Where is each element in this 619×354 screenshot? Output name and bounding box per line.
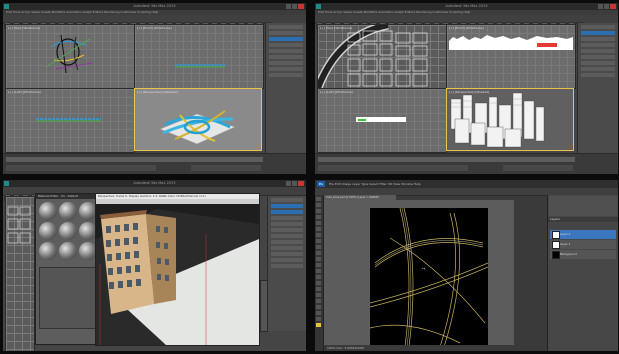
max-titlebar: Autodesk 3ds Max 2015 — [315, 3, 618, 10]
ps-menu-bar[interactable]: Ps File Edit Image Layer Type Select Fil… — [315, 180, 618, 188]
viewport-strip — [260, 280, 268, 332]
rendered-building-image — [96, 204, 259, 345]
max-titlebar: Autodesk 3ds Max 2015 — [3, 180, 306, 187]
layer-name: Layer 2 — [560, 232, 571, 236]
road-line-artwork: ↪ — [369, 207, 489, 348]
max-window-bottom-left: Autodesk 3ds Max 2015 Material Editor - … — [3, 180, 306, 351]
status-fields — [6, 165, 156, 171]
max-logo-icon — [316, 4, 321, 9]
spline-wireframe — [45, 34, 93, 74]
front-wireframe — [175, 64, 225, 68]
timeline-slider[interactable] — [318, 157, 575, 162]
left-buildings — [356, 117, 406, 122]
layer-thumbnail — [552, 241, 560, 249]
max-window-top-left: Autodesk 3ds Max 2015 Edit Tools Group V… — [3, 3, 306, 174]
max-logo-icon — [4, 4, 9, 9]
command-panel[interactable] — [267, 196, 306, 331]
window-title: Autodesk 3ds Max 2015 — [133, 181, 176, 185]
status-bar — [3, 153, 306, 174]
window-controls[interactable] — [286, 181, 304, 186]
viewport-top[interactable]: [+] [Top] [Wireframe] — [5, 24, 135, 89]
layers-options[interactable] — [549, 223, 617, 229]
layers-panel-title[interactable]: Layers — [548, 217, 618, 222]
layer-thumbnail — [552, 231, 560, 239]
command-panel[interactable] — [577, 23, 618, 154]
layer-item[interactable]: Layer 2 — [550, 230, 616, 239]
window-title: Autodesk 3ds Max 2015 — [445, 4, 488, 8]
main-toolbar[interactable] — [315, 15, 618, 29]
window-title: Autodesk 3ds Max 2015 — [133, 4, 176, 8]
viewport-front[interactable]: [+] [Front] [Wireframe] — [446, 24, 576, 89]
viewport-left[interactable]: [+] [Left] [Wireframe] — [317, 88, 447, 153]
command-panel[interactable] — [265, 23, 306, 154]
viewport-front[interactable]: [+] [Front] [Wireframe] — [134, 24, 264, 89]
front-buildings — [449, 35, 573, 50]
window-controls[interactable] — [286, 4, 304, 9]
ps-toolbox[interactable] — [315, 195, 324, 351]
material-slot[interactable] — [39, 222, 57, 240]
playback-controls[interactable] — [191, 165, 261, 171]
layer-item[interactable]: Layer 1 — [550, 240, 616, 249]
material-slot[interactable] — [59, 242, 77, 260]
ps-menu-items[interactable]: File Edit Image Layer Type Select Filter… — [329, 182, 421, 186]
render-frame-window[interactable]: Perspective, frame 0, Display Gamma: 2.2… — [95, 193, 260, 346]
material-slot[interactable] — [59, 202, 77, 220]
ps-color-panel[interactable] — [549, 196, 617, 216]
material-slot[interactable] — [59, 222, 77, 240]
photoshop-logo-icon: Ps — [317, 181, 325, 187]
layer-name: Background — [560, 252, 577, 256]
playback-controls[interactable] — [503, 165, 573, 171]
city-plan-wireframe — [318, 25, 428, 88]
status-fields — [318, 165, 468, 171]
layer-name: Layer 1 — [560, 242, 571, 246]
max-logo-icon — [4, 181, 9, 186]
window-controls[interactable] — [598, 4, 616, 9]
main-toolbar[interactable] — [3, 15, 306, 29]
city-perspective-render — [450, 92, 545, 148]
layer-thumbnail — [552, 251, 560, 259]
timeline-slider[interactable] — [6, 157, 263, 162]
ps-canvas[interactable]: ↪ — [369, 207, 489, 348]
material-slot[interactable] — [39, 202, 57, 220]
ps-panels[interactable]: Layers Layer 2 Layer 1 Background — [547, 195, 618, 351]
layer-item[interactable]: Background — [550, 250, 616, 259]
viewport-top[interactable]: [+] [Top] [Wireframe] — [317, 24, 447, 89]
max-titlebar: Autodesk 3ds Max 2015 — [3, 3, 306, 10]
svg-text:↪: ↪ — [422, 266, 426, 271]
road-intersection-render — [159, 110, 236, 145]
ps-canvas-area[interactable]: ↪ — [324, 200, 514, 348]
left-wireframe — [36, 118, 101, 122]
viewport-perspective[interactable]: [+] [Perspective] [Shaded] — [446, 88, 574, 151]
viewport-perspective[interactable]: [+] [Perspective] [Realistic] — [134, 88, 262, 151]
ps-status-bar: 100% Doc: 3.00M/6.00M — [324, 345, 517, 351]
viewport-left[interactable]: [+] [Left] [Wireframe] — [5, 88, 135, 153]
city-plan-partial — [7, 206, 31, 244]
viewport-top[interactable] — [5, 196, 35, 351]
photoshop-window: Ps File Edit Image Layer Type Select Fil… — [315, 180, 618, 351]
status-bar — [315, 153, 618, 174]
max-window-top-right: Autodesk 3ds Max 2015 Edit Tools Group V… — [315, 3, 618, 174]
material-slot[interactable] — [39, 242, 57, 260]
